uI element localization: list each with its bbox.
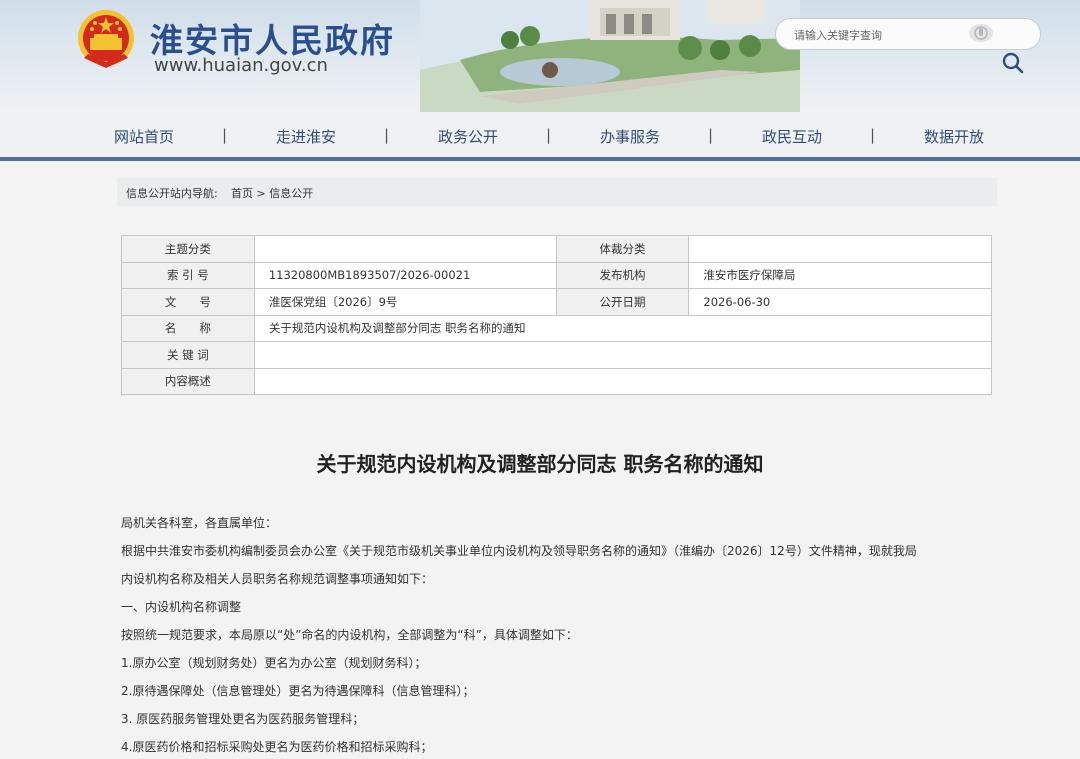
article-paragraph: 根据中共淮安市委机构编制委员会办公室《关于规范市级机关事业单位内设机构及领导职务… <box>121 544 917 558</box>
meta-key-topic: 主题分类 <box>121 235 255 263</box>
article-paragraph: 一、内设机构名称调整 <box>121 600 242 614</box>
meta-key-date: 公开日期 <box>555 288 690 316</box>
article-paragraph: 局机关各科室，各直属单位： <box>121 516 278 530</box>
table-row: 主题分类 体裁分类 <box>121 235 992 263</box>
search-input[interactable] <box>792 24 976 46</box>
article-paragraph: 内设机构名称及相关人员职务名称规范调整事项通知如下： <box>121 572 434 586</box>
article-paragraph: 3. 原医药服务管理处更名为医药服务管理科； <box>121 712 365 726</box>
breadcrumb-label: 信息公开站内导航: <box>126 187 218 200</box>
nav-item-interaction[interactable]: 政民互动 <box>732 126 852 147</box>
national-emblem-icon <box>78 10 134 68</box>
meta-value-topic <box>253 235 557 263</box>
microphone-icon[interactable] <box>968 22 994 44</box>
table-row: 关 键 词 <box>121 341 993 369</box>
meta-value-date: 2026-06-30 <box>688 288 992 316</box>
nav-item-public-affairs[interactable]: 政务公开 <box>408 126 528 147</box>
meta-value-docno: 淮医保党组〔2026〕9号 <box>253 288 557 316</box>
site-url[interactable]: www.huaian.gov.cn <box>154 55 328 76</box>
article-paragraph: 4.原医药价格和招标采购处更名为医药价格和招标采购科； <box>121 740 433 754</box>
meta-key-docno: 文 号 <box>121 288 255 316</box>
article-paragraph: 按照统一规范要求，本局原以“处”命名的内设机构，全部调整为“科”，具体调整如下： <box>121 628 578 642</box>
search-box[interactable] <box>775 18 1041 50</box>
article-paragraph: 1.原办公室（规划财务处）更名为办公室（规划财务科）； <box>121 656 427 670</box>
meta-value-name: 关于规范内设机构及调整部分同志 职务名称的通知 <box>253 314 993 342</box>
meta-value-summary <box>253 367 993 395</box>
search-icon[interactable] <box>1002 52 1024 74</box>
main-nav: 网站首页 | 走进淮安 | 政务公开 | 办事服务 | 政民互动 | 数据开放 <box>0 112 1080 160</box>
meta-key-genre: 体裁分类 <box>555 235 690 263</box>
meta-value-genre <box>688 235 992 263</box>
nav-item-services[interactable]: 办事服务 <box>570 126 690 147</box>
meta-key-summary: 内容概述 <box>121 367 255 395</box>
breadcrumb: 信息公开站内导航: 首页 > 信息公开 <box>117 178 997 206</box>
table-row: 内容概述 <box>121 367 993 395</box>
nav-separator: | <box>222 126 228 144</box>
nav-separator: | <box>708 126 714 144</box>
nav-item-about[interactable]: 走进淮安 <box>246 126 366 147</box>
site-header: 淮安市人民政府 www.huaian.gov.cn <box>0 0 1080 112</box>
nav-separator: | <box>384 126 390 144</box>
header-landscape-image <box>420 0 800 112</box>
meta-key-name: 名 称 <box>121 314 255 342</box>
meta-key-publisher: 发布机构 <box>555 261 690 289</box>
table-row: 索 引 号 11320800MB1893507/2026-00021 发布机构 … <box>121 261 992 289</box>
table-row: 名 称 关于规范内设机构及调整部分同志 职务名称的通知 <box>121 314 993 342</box>
nav-separator: | <box>870 126 876 144</box>
table-row: 文 号 淮医保党组〔2026〕9号 公开日期 2026-06-30 <box>121 288 992 316</box>
breadcrumb-path[interactable]: 首页 > 信息公开 <box>231 185 313 201</box>
meta-key-keywords: 关 键 词 <box>121 341 255 369</box>
meta-value-index: 11320800MB1893507/2026-00021 <box>253 261 557 289</box>
document-meta-table: 主题分类 体裁分类 索 引 号 11320800MB1893507/2026-0… <box>121 235 993 395</box>
nav-item-home[interactable]: 网站首页 <box>84 126 204 147</box>
meta-value-publisher: 淮安市医疗保障局 <box>688 261 992 289</box>
nav-underline <box>0 157 1080 161</box>
nav-item-open-data[interactable]: 数据开放 <box>894 126 1014 147</box>
article-title: 关于规范内设机构及调整部分同志 职务名称的通知 <box>316 452 764 476</box>
meta-key-index: 索 引 号 <box>121 261 255 289</box>
nav-separator: | <box>546 126 552 144</box>
article-paragraph: 2.原待遇保障处（信息管理处）更名为待遇保障科（信息管理科）； <box>121 684 475 698</box>
meta-value-keywords <box>253 341 993 369</box>
